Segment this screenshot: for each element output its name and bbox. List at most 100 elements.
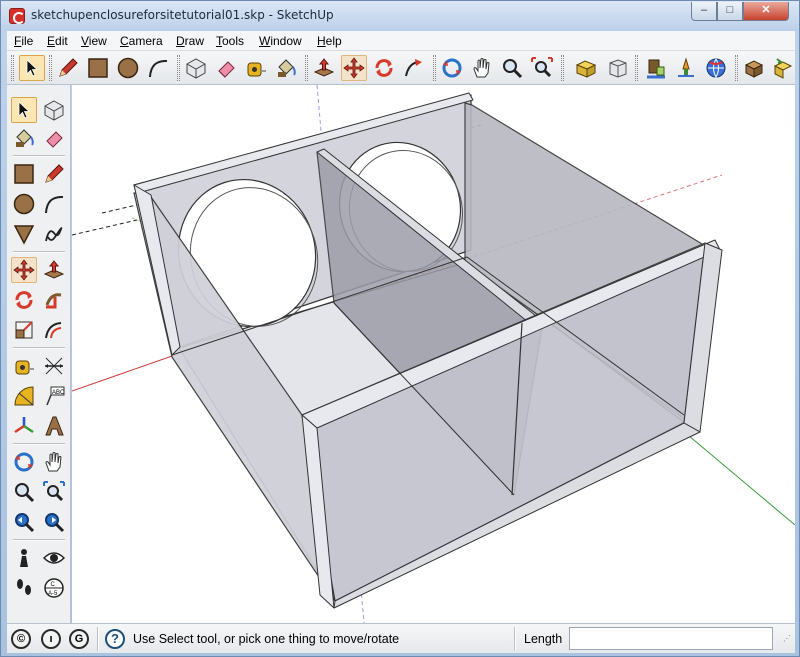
toolbar-grip[interactable]: [305, 55, 308, 81]
text-tool-icon[interactable]: ABC: [41, 383, 67, 409]
length-label: Length: [524, 632, 563, 646]
make-component-tool-icon[interactable]: [183, 55, 209, 81]
push-pull-tool-icon[interactable]: [311, 55, 337, 81]
get-models-tool-icon[interactable]: [573, 55, 599, 81]
place-model-tool-icon[interactable]: [673, 55, 699, 81]
toolbar-grip[interactable]: [561, 55, 564, 81]
tape-measure-tool-icon[interactable]: [243, 55, 269, 81]
status-divider: [514, 627, 516, 651]
geo-icon[interactable]: ©: [11, 629, 31, 649]
arc-tool-icon[interactable]: [145, 55, 171, 81]
svg-text:A-5: A-5: [48, 591, 58, 597]
arc-tool-icon[interactable]: [41, 191, 67, 217]
orbit-tool-icon[interactable]: [439, 55, 465, 81]
warehouse-tool-icon[interactable]: [741, 55, 767, 81]
toolset-divider: [13, 539, 65, 541]
title-bar[interactable]: sketchupenclosureforsitetutorial01.skp -…: [1, 1, 799, 31]
geo-location-tool-icon[interactable]: [703, 55, 729, 81]
menu-tools[interactable]: Tools: [216, 34, 244, 48]
section-plane-tool-icon[interactable]: C A-5: [41, 575, 67, 601]
circle-tool-icon[interactable]: [11, 191, 37, 217]
follow-me-tool-icon[interactable]: [401, 55, 427, 81]
eraser-tool-icon[interactable]: [213, 55, 239, 81]
large-tool-set: ABC C A-5: [7, 85, 71, 623]
rectangle-tool-icon[interactable]: [85, 55, 111, 81]
menu-file[interactable]: File: [14, 34, 33, 48]
freehand-tool-icon[interactable]: [41, 221, 67, 247]
menu-edit[interactable]: Edit: [47, 34, 68, 48]
svg-text:C: C: [51, 582, 56, 588]
extension-tool-icon[interactable]: [769, 55, 795, 81]
app-window: sketchupenclosureforsitetutorial01.skp -…: [0, 0, 800, 657]
previous-view-tool-icon[interactable]: [11, 509, 37, 535]
red-axis-line: [72, 354, 176, 392]
rotate-tool-icon[interactable]: [11, 287, 37, 313]
minimize-button[interactable]: –: [691, 2, 717, 21]
pan-tool-icon[interactable]: [469, 55, 495, 81]
menu-camera[interactable]: Camera: [120, 34, 163, 48]
zoom-window-tool-icon[interactable]: [41, 479, 67, 505]
modeling-viewport[interactable]: [72, 85, 795, 623]
offset-tool-icon[interactable]: [41, 317, 67, 343]
scale-tool-icon[interactable]: [11, 317, 37, 343]
resize-grip-icon[interactable]: ⋰: [783, 634, 795, 650]
paint-bucket-tool-icon[interactable]: [11, 125, 37, 151]
window-title: sketchupenclosureforsitetutorial01.skp -…: [31, 8, 334, 22]
share-component-tool-icon[interactable]: [643, 55, 669, 81]
toolbar-grip[interactable]: [177, 55, 180, 81]
toolbar-grip[interactable]: [433, 55, 436, 81]
toolset-divider: [13, 251, 65, 253]
status-divider: [97, 627, 99, 651]
walk-tool-icon[interactable]: [11, 575, 37, 601]
make-component-tool-icon[interactable]: [41, 97, 67, 123]
zoom-tool-icon[interactable]: [11, 479, 37, 505]
length-input[interactable]: [569, 627, 773, 650]
3d-text-tool-icon[interactable]: [41, 413, 67, 439]
google-icon[interactable]: G: [69, 629, 89, 649]
pan-tool-icon[interactable]: [41, 449, 67, 475]
rectangle-tool-icon[interactable]: [11, 161, 37, 187]
push-pull-tool-icon[interactable]: [41, 257, 67, 283]
tape-measure-tool-icon[interactable]: [11, 353, 37, 379]
position-camera-tool-icon[interactable]: [11, 545, 37, 571]
look-around-tool-icon[interactable]: [41, 545, 67, 571]
circle-tool-icon[interactable]: [115, 55, 141, 81]
dimension-tool-icon[interactable]: [41, 353, 67, 379]
toolbar-grip[interactable]: [49, 55, 52, 81]
next-view-tool-icon[interactable]: [41, 509, 67, 535]
enclosure-model-drawing[interactable]: [72, 85, 795, 623]
pencil-tool-icon[interactable]: [55, 55, 81, 81]
move-tool-icon[interactable]: [11, 257, 37, 283]
move-tool-icon[interactable]: [341, 55, 367, 81]
menu-bar: File Edit View Camera Draw Tools Window …: [7, 31, 795, 51]
toolset-divider: [13, 347, 65, 349]
select-tool-icon[interactable]: [11, 97, 37, 123]
credit-icon[interactable]: ı: [41, 629, 61, 649]
select-tool-icon[interactable]: [19, 55, 45, 81]
maximize-button[interactable]: □: [717, 2, 743, 21]
share-model-tool-icon[interactable]: [605, 55, 631, 81]
menu-view[interactable]: View: [81, 34, 107, 48]
toolset-divider: [13, 443, 65, 445]
axes-tool-icon[interactable]: [11, 413, 37, 439]
menu-window[interactable]: Window: [259, 34, 302, 48]
toolbar-grip[interactable]: [735, 55, 738, 81]
toolset-divider: [13, 155, 65, 157]
orbit-tool-icon[interactable]: [11, 449, 37, 475]
follow-me-tool-icon[interactable]: [41, 287, 67, 313]
zoom-extents-tool-icon[interactable]: [529, 55, 555, 81]
toolbar-grip[interactable]: [635, 55, 638, 81]
menu-draw[interactable]: Draw: [176, 34, 204, 48]
polygon-tool-icon[interactable]: [11, 221, 37, 247]
paint-bucket-tool-icon[interactable]: [273, 55, 299, 81]
help-icon[interactable]: ?: [105, 629, 125, 649]
rotate-tool-icon[interactable]: [371, 55, 397, 81]
menu-help[interactable]: Help: [317, 34, 342, 48]
protractor-tool-icon[interactable]: [11, 383, 37, 409]
eraser-tool-icon[interactable]: [41, 125, 67, 151]
toolbar-grip[interactable]: [11, 55, 14, 81]
zoom-tool-icon[interactable]: [499, 55, 525, 81]
green-axis-line: [681, 429, 795, 526]
pencil-tool-icon[interactable]: [41, 161, 67, 187]
close-button[interactable]: ✕: [743, 2, 789, 21]
